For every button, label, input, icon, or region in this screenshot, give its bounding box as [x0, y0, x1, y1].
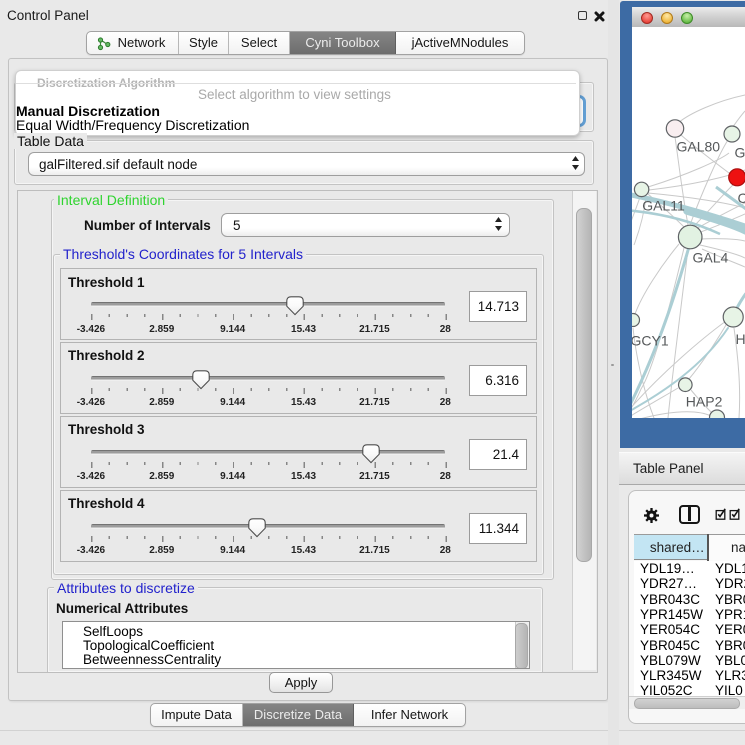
svg-text:HI: HI [736, 331, 745, 347]
svg-text:GA: GA [735, 145, 745, 161]
svg-text:HAP2: HAP2 [686, 394, 723, 410]
svg-text:C: C [738, 190, 745, 206]
svg-text:GAL4: GAL4 [693, 250, 729, 266]
svg-text:GAL11: GAL11 [642, 198, 685, 214]
svg-text:GCY1: GCY1 [632, 333, 669, 349]
svg-text:GAL80: GAL80 [677, 139, 721, 155]
